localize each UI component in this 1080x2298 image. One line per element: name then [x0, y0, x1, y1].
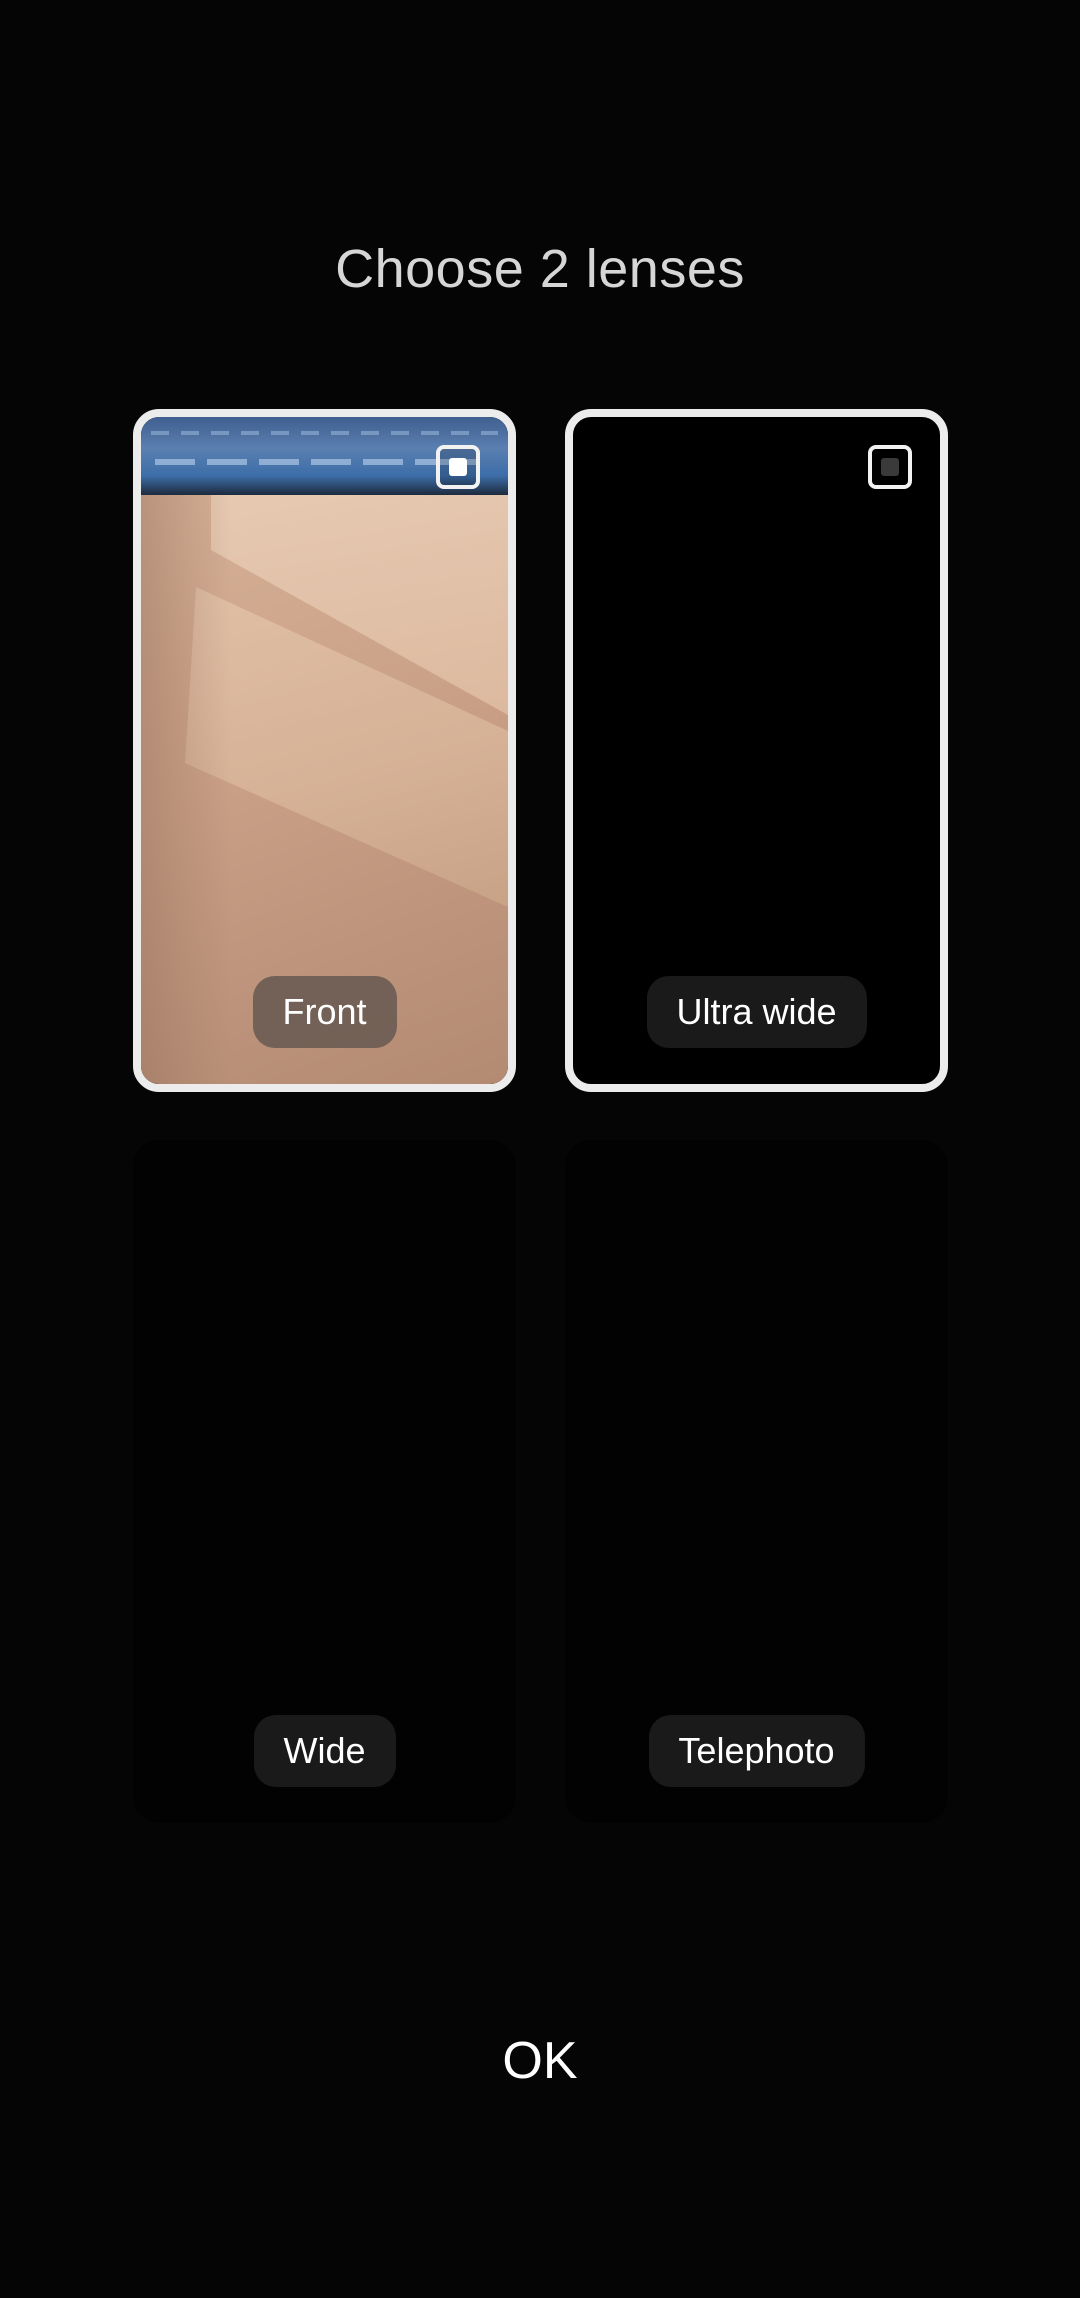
front-checkbox[interactable]	[436, 445, 480, 489]
page-title: Choose 2 lenses	[335, 239, 745, 299]
lens-option-ultra-wide[interactable]: Ultra wide	[565, 409, 948, 1092]
ok-button[interactable]: OK	[440, 2010, 640, 2110]
lens-option-front[interactable]: Front	[133, 409, 516, 1092]
lens-option-telephoto[interactable]: Telephoto	[565, 1140, 948, 1823]
lens-label-ultra-wide: Ultra wide	[646, 976, 867, 1048]
lens-label-telephoto: Telephoto	[648, 1715, 865, 1787]
lens-label-front: Front	[252, 976, 397, 1048]
lens-label-wide: Wide	[253, 1715, 396, 1787]
lens-option-wide[interactable]: Wide	[133, 1140, 516, 1823]
ultra-wide-checkbox[interactable]	[868, 445, 912, 489]
